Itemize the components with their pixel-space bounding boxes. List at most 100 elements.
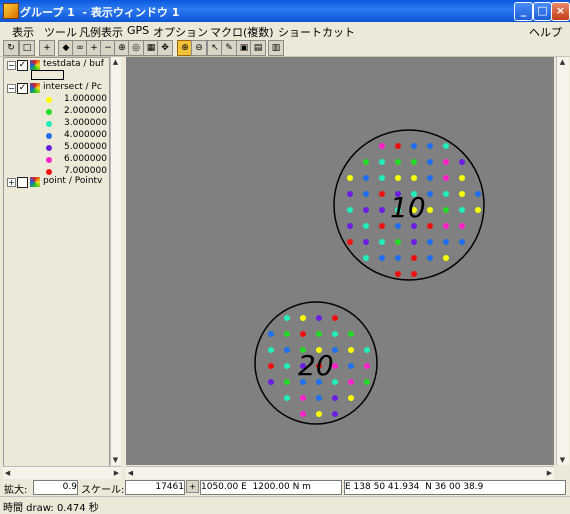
point-feature [443, 175, 449, 181]
layer-checkbox[interactable]: ✓ [17, 60, 28, 71]
scroll-up-icon[interactable]: ▲ [111, 57, 120, 67]
zoom-value-field[interactable]: 0.9 [33, 480, 78, 495]
point-feature [363, 223, 369, 229]
menu-gps[interactable]: GPS [127, 24, 149, 37]
menu-help[interactable]: ヘルプ [529, 24, 562, 40]
zoom-out-tool-icon[interactable]: ⊖ [191, 40, 207, 56]
scroll-right-icon[interactable]: ▶ [112, 468, 121, 478]
buffer-label: 10 [390, 191, 426, 224]
point-feature [348, 331, 354, 337]
menu-tools[interactable]: ツール [44, 24, 77, 40]
point-feature [459, 191, 465, 197]
title-bar: グループ 1 - 表示ウィンドウ 1 _ □ × [0, 0, 570, 22]
close-button[interactable]: × [551, 2, 570, 21]
point-feature [347, 223, 353, 229]
scale-value-field[interactable]: 17461 [125, 480, 185, 495]
point-feature [363, 175, 369, 181]
point-feature [459, 223, 465, 229]
scale-label: スケール: [81, 485, 125, 496]
pan-icon[interactable]: ✥ [157, 40, 173, 56]
point-feature [475, 191, 481, 197]
expand-icon[interactable]: + [7, 178, 16, 187]
zoom-label: 拡大: [4, 485, 28, 496]
class-label: 3.000000 [64, 118, 107, 128]
draw-time-bar: 時間 draw: 0.474 秒 [0, 496, 570, 514]
point-feature [332, 395, 338, 401]
point-feature [268, 347, 274, 353]
scroll-left-icon[interactable]: ◀ [3, 468, 12, 478]
point-feature [379, 143, 385, 149]
measure-icon[interactable]: ▤ [250, 40, 266, 56]
collapse-icon[interactable]: − [7, 61, 16, 70]
point-feature [443, 159, 449, 165]
class-swatch [46, 121, 52, 127]
scroll-down-icon[interactable]: ▼ [111, 455, 120, 465]
layer-name: intersect / Pc [43, 82, 102, 92]
point-feature [348, 363, 354, 369]
map-canvas[interactable]: 10 20 [126, 57, 554, 465]
status-bar: 拡大: 0.9 スケール: 17461 + 1050.00 E 1200.00 … [0, 479, 570, 496]
collapse-icon[interactable]: − [7, 84, 16, 93]
point-feature [395, 271, 401, 277]
point-feature [395, 239, 401, 245]
map-vertical-scrollbar[interactable]: ▲ ▼ [556, 57, 569, 465]
point-feature [364, 363, 370, 369]
point-feature [316, 315, 322, 321]
maximize-button[interactable]: □ [533, 2, 552, 21]
map-horizontal-scrollbar[interactable]: ◀ ▶ [126, 466, 554, 479]
point-feature [284, 395, 290, 401]
legend-vertical-scrollbar[interactable]: ▲ ▼ [110, 57, 121, 465]
point-feature [379, 223, 385, 229]
layer-row-point[interactable]: + point / Pointv [4, 176, 109, 189]
menu-macros[interactable]: マクロ(複数) [210, 24, 274, 40]
scroll-right-icon[interactable]: ▶ [545, 468, 554, 478]
point-feature [459, 207, 465, 213]
edit-icon[interactable]: ✎ [221, 40, 237, 56]
menu-shortcuts[interactable]: ショートカット [278, 24, 355, 40]
point-feature [379, 255, 385, 261]
point-feature [459, 239, 465, 245]
scale-lock-icon[interactable]: + [186, 480, 199, 493]
point-feature [427, 255, 433, 261]
point-feature [379, 207, 385, 213]
class-label: 7.000000 [64, 166, 107, 176]
point-feature [316, 395, 322, 401]
point-feature [427, 159, 433, 165]
class-label: 6.000000 [64, 154, 107, 164]
point-feature [395, 159, 401, 165]
layer-checkbox[interactable]: ✓ [17, 83, 28, 94]
legend-horizontal-scrollbar[interactable]: ◀ ▶ [3, 466, 121, 479]
point-feature [268, 331, 274, 337]
point-feature [411, 271, 417, 277]
export-icon[interactable]: ▥ [268, 40, 284, 56]
point-feature [379, 239, 385, 245]
class-swatch [46, 109, 52, 115]
toolbar: ↻ □ + ◆ ∞ + − ⊕ ◎ ▦ ✥ ⊕ ⊖ ↖ ✎ ▣ ▤ ▥ [0, 39, 570, 57]
menu-legend[interactable]: 凡例表示 [79, 24, 123, 40]
scroll-down-icon[interactable]: ▼ [558, 455, 567, 465]
point-feature [363, 239, 369, 245]
refresh-icon[interactable]: ↻ [3, 40, 19, 56]
point-feature [427, 223, 433, 229]
buffer-symbol [31, 70, 64, 80]
point-feature [316, 331, 322, 337]
menu-view[interactable]: 表示 [12, 24, 34, 40]
point-feature [395, 175, 401, 181]
frame-icon[interactable]: □ [19, 40, 35, 56]
class-label: 5.000000 [64, 142, 107, 152]
zoom-prev-icon[interactable]: ◎ [128, 40, 144, 56]
point-feature [411, 239, 417, 245]
point-feature [363, 191, 369, 197]
menu-bar: 表示 ツール 凡例表示 GPS オプション マクロ(複数) ショートカット ヘル… [0, 22, 570, 39]
point-feature [332, 315, 338, 321]
point-feature [411, 159, 417, 165]
point-feature [268, 363, 274, 369]
menu-options[interactable]: オプション [153, 24, 208, 40]
point-feature [364, 379, 370, 385]
add-layer-icon[interactable]: + [39, 40, 55, 56]
legend-panel: − ✓ testdata / buf − ✓ intersect / Pc 1.… [3, 57, 110, 467]
scroll-left-icon[interactable]: ◀ [126, 468, 135, 478]
layer-checkbox[interactable] [17, 177, 28, 188]
minimize-button[interactable]: _ [514, 2, 533, 21]
scroll-up-icon[interactable]: ▲ [558, 57, 567, 67]
